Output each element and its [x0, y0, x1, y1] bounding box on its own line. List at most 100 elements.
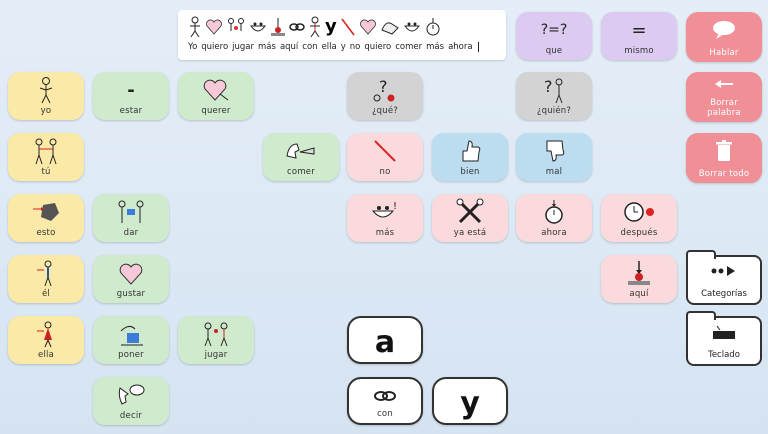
- she-icon: [37, 321, 52, 348]
- tile-label: dar: [123, 228, 139, 238]
- here-icon: [628, 261, 650, 285]
- sentence-pictograms: y: [184, 14, 500, 40]
- tile-tu[interactable]: tú: [8, 133, 84, 181]
- here-icon: [271, 18, 285, 36]
- svg-text:!: !: [393, 201, 397, 212]
- heart-icon-2: [359, 19, 376, 35]
- eat-icon: [381, 22, 399, 35]
- speak-label: Hablar: [709, 48, 739, 58]
- tile-label: él: [42, 289, 50, 299]
- dash-icon: -: [127, 79, 135, 101]
- tile-mas[interactable]: ! más: [347, 194, 423, 242]
- sentence-word: quiero: [201, 42, 229, 52]
- want-heart-icon: [203, 79, 229, 101]
- sentence-word: jugar: [232, 42, 255, 52]
- person-icon: [190, 16, 200, 38]
- person-pointing-self-icon: [39, 77, 53, 104]
- play-icon: [204, 322, 228, 347]
- tile-ahora[interactable]: ahora: [516, 194, 592, 242]
- tile-estar[interactable]: - estar: [93, 72, 169, 120]
- delete-word-button[interactable]: Borrar palabra: [686, 72, 762, 122]
- tile-aqui[interactable]: aquí: [601, 255, 677, 303]
- delete-all-button[interactable]: Borrar todo: [686, 133, 762, 183]
- tile-mismo[interactable]: = mismo: [601, 12, 677, 60]
- tile-dar[interactable]: dar: [93, 194, 169, 242]
- tile-ya-esta[interactable]: ya está: [432, 194, 508, 242]
- letter-y-button[interactable]: y: [432, 377, 508, 425]
- tile-esto[interactable]: esto: [8, 194, 84, 242]
- no-icon: [341, 18, 355, 36]
- letter-a-button[interactable]: a: [347, 316, 423, 364]
- tile-yo[interactable]: yo: [8, 72, 84, 120]
- tile-que[interactable]: ?=? que: [516, 12, 592, 60]
- say-icon: [118, 384, 145, 405]
- he-icon: [37, 260, 52, 287]
- heart-icon: [119, 263, 143, 285]
- tile-no[interactable]: no: [347, 133, 423, 181]
- tile-label: gustar: [116, 289, 146, 299]
- sentence-word: comer: [395, 42, 423, 52]
- speech-bubble-icon: [713, 21, 735, 39]
- tile-label: mal: [545, 167, 563, 177]
- after-clock-icon: [624, 202, 654, 222]
- put-icon: [120, 325, 143, 346]
- tile-el[interactable]: él: [8, 255, 84, 303]
- what-question-icon: ?: [373, 77, 395, 102]
- sentence-word: con: [302, 42, 318, 52]
- tile-jugar[interactable]: jugar: [178, 316, 254, 364]
- sentence-words: Yo quiero jugar más aquí con ella y no q…: [184, 42, 500, 52]
- tile-mal[interactable]: mal: [516, 133, 592, 181]
- categories-arrow-icon: [711, 266, 735, 276]
- tile-quien-question[interactable]: ? ¿quién?: [516, 72, 592, 120]
- give-icon: [118, 200, 144, 223]
- tile-label: ¿qué?: [371, 106, 399, 116]
- with-icon: [374, 390, 396, 401]
- tile-comer[interactable]: comer: [263, 133, 339, 181]
- tile-label: querer: [201, 106, 231, 116]
- heart-icon: [206, 19, 222, 35]
- tile-con[interactable]: con: [347, 377, 423, 425]
- thumbs-up-icon: [462, 140, 481, 162]
- keyboard-folder[interactable]: Teclado: [686, 311, 762, 366]
- sentence-word: no: [349, 42, 361, 52]
- tile-querer[interactable]: querer: [178, 72, 254, 120]
- speak-button[interactable]: Hablar: [686, 12, 762, 62]
- question-equals-icon: ?=?: [540, 22, 568, 38]
- letter-a: a: [374, 325, 396, 360]
- sentence-bar[interactable]: y Yo quiero jugar más aquí con ella y no…: [178, 10, 506, 60]
- tile-ella[interactable]: ella: [8, 316, 84, 364]
- finished-icon: [456, 198, 484, 224]
- tile-label: no: [379, 167, 391, 177]
- tile-label: decir: [119, 411, 143, 421]
- play-icon: [228, 18, 244, 31]
- sentence-word: más: [426, 42, 445, 52]
- tile-gustar[interactable]: gustar: [93, 255, 169, 303]
- tile-despues[interactable]: después: [601, 194, 677, 242]
- tile-label: después: [620, 228, 658, 238]
- tile-label: estar: [119, 106, 143, 116]
- tile-que-question[interactable]: ? ¿qué?: [347, 72, 423, 120]
- tile-decir[interactable]: decir: [93, 377, 169, 425]
- with-icon: [289, 23, 305, 31]
- delete-word-label: Borrar palabra: [707, 98, 741, 118]
- tile-label: que: [545, 46, 563, 56]
- sentence-word: ahora: [448, 42, 473, 52]
- tile-label: yo: [40, 106, 52, 116]
- this-object-icon: [33, 203, 59, 221]
- tile-label: jugar: [204, 350, 228, 360]
- tile-label: ella: [38, 350, 54, 360]
- text-cursor: [477, 42, 479, 52]
- tile-label: esto: [36, 228, 56, 238]
- tile-label: ahora: [541, 228, 567, 238]
- tile-poner[interactable]: poner: [93, 316, 169, 364]
- two-people-icon: [35, 138, 57, 165]
- trash-icon: [716, 140, 732, 161]
- sentence-word: Yo: [188, 42, 198, 52]
- tile-label: poner: [118, 350, 144, 360]
- she-icon: [310, 16, 320, 38]
- categories-folder[interactable]: Categorías: [686, 250, 762, 305]
- thumbs-down-icon: [546, 140, 565, 162]
- tile-label: bien: [460, 167, 480, 177]
- tile-label: con: [377, 409, 393, 419]
- tile-bien[interactable]: bien: [432, 133, 508, 181]
